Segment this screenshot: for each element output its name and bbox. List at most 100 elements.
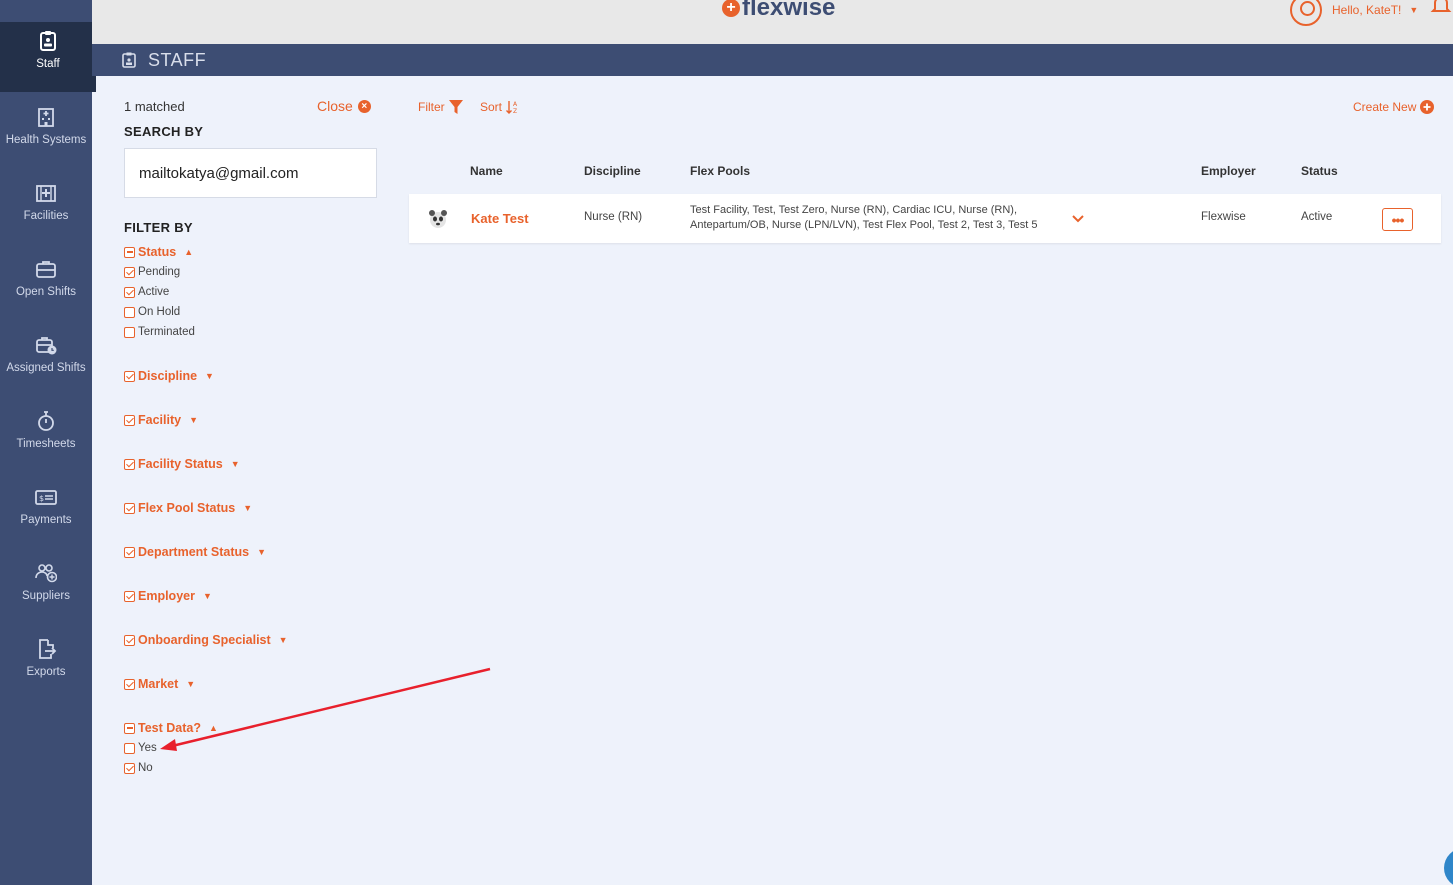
checkbox[interactable] [124, 762, 135, 774]
filter-group-label: Facility [138, 413, 182, 427]
checkbox[interactable] [124, 502, 135, 514]
page-header: STAFF [92, 44, 1453, 76]
clipboard-id-icon [122, 52, 136, 68]
stopwatch-icon [38, 411, 54, 431]
caret-down-icon: ▼ [186, 679, 196, 689]
sidebar-item-facilities[interactable]: Facilities [0, 174, 92, 244]
filter-option-on-hold[interactable]: On Hold [124, 306, 180, 318]
svg-text:Z: Z [513, 108, 517, 114]
filter-group-label: Employer [138, 589, 195, 603]
checkbox[interactable] [124, 306, 135, 318]
search-input[interactable] [124, 148, 377, 198]
checkbox[interactable] [124, 370, 135, 382]
sidebar-item-timesheets[interactable]: Timesheets [0, 402, 92, 472]
row-actions-button[interactable]: ••• [1382, 208, 1413, 231]
filter-label: Filter [418, 100, 445, 114]
bell-icon[interactable] [1430, 0, 1452, 16]
sidebar-item-open-shifts[interactable]: Open Shifts [0, 250, 92, 320]
caret-up-icon: ▲ [184, 247, 194, 257]
checkbox[interactable] [124, 414, 135, 426]
checkbox[interactable] [124, 678, 135, 690]
filter-option-terminated[interactable]: Terminated [124, 326, 195, 338]
filter-group-market[interactable]: Market ▼ [124, 677, 195, 691]
checkbox[interactable] [124, 590, 135, 602]
filter-group-facility-status[interactable]: Facility Status ▼ [124, 457, 240, 471]
expand-chevron-down-icon[interactable] [1071, 214, 1085, 224]
column-header-flex-pools[interactable]: Flex Pools [690, 164, 750, 178]
funnel-icon [448, 100, 463, 114]
caret-down-icon: ▼ [257, 547, 267, 557]
filter-group-department-status[interactable]: Department Status ▼ [124, 545, 266, 559]
checkbox[interactable] [124, 266, 135, 278]
checkbox[interactable] [124, 634, 135, 646]
caret-down-icon: ▼ [202, 591, 212, 601]
employer-cell: Flexwise [1201, 211, 1246, 223]
checkbox[interactable] [124, 458, 135, 470]
flexwise-logo[interactable]: + flexwise [722, 0, 835, 22]
filter-group-test-data[interactable]: Test Data? ▲ [124, 721, 218, 735]
filter-group-label: Facility Status [138, 457, 223, 471]
filter-button[interactable]: Filter [418, 100, 463, 114]
filter-option-active[interactable]: Active [124, 286, 169, 298]
sidebar-item-label: Exports [26, 666, 66, 678]
filter-group-label: Onboarding Specialist [138, 633, 271, 647]
checkbox[interactable] [124, 742, 135, 754]
filter-option-yes[interactable]: Yes [124, 742, 157, 754]
column-header-discipline[interactable]: Discipline [584, 164, 641, 178]
discipline-cell: Nurse (RN) [584, 211, 643, 223]
option-label: On Hold [138, 306, 181, 318]
checkbox[interactable] [124, 326, 135, 338]
column-header-employer[interactable]: Employer [1201, 164, 1256, 178]
sidebar-item-suppliers[interactable]: Suppliers [0, 554, 92, 624]
filter-option-pending[interactable]: Pending [124, 266, 180, 278]
sidebar-item-label: Payments [20, 514, 72, 526]
sidebar-item-exports[interactable]: Exports [0, 630, 92, 700]
sort-button[interactable]: Sort AZ [480, 100, 520, 114]
option-label: Pending [138, 266, 181, 278]
caret-down-icon: ▼ [243, 503, 253, 513]
svg-text:A: A [513, 101, 518, 108]
checkbox[interactable] [124, 286, 135, 298]
table-row[interactable]: Kate Test Nurse (RN) Test Facility, Test… [409, 194, 1441, 243]
filter-panel: 1 matched Close × SEARCH BY FILTER BY St… [92, 76, 392, 885]
sidebar-item-health-systems[interactable]: Health Systems [0, 98, 92, 168]
caret-down-icon: ▼ [230, 459, 240, 469]
option-label: No [138, 762, 153, 774]
user-menu[interactable]: Hello, KateT! ▼ [1290, 0, 1418, 26]
sidebar-item-payments[interactable]: $ Payments [0, 478, 92, 548]
close-filters-button[interactable]: Close × [317, 98, 371, 114]
hospital-building-icon [38, 108, 54, 127]
sidebar-item-staff[interactable]: Staff [0, 22, 96, 92]
users-plus-icon [35, 564, 57, 583]
filter-group-label: Discipline [138, 369, 198, 383]
filter-group-flex-pool-status[interactable]: Flex Pool Status ▼ [124, 501, 252, 515]
sidebar-item-label: Health Systems [5, 134, 87, 146]
caret-down-icon: ▼ [189, 415, 198, 425]
top-bar: + flexwise Hello, KateT! ▼ [92, 0, 1453, 44]
filter-group-label: Market [138, 677, 179, 691]
checkbox-partial[interactable] [124, 246, 135, 258]
filter-group-discipline[interactable]: Discipline ▼ [124, 369, 214, 383]
page-title: STAFF [148, 49, 207, 70]
column-header-status[interactable]: Status [1301, 164, 1338, 178]
filter-group-status[interactable]: Status ▲ [124, 245, 193, 259]
filter-group-onboarding-specialist[interactable]: Onboarding Specialist ▼ [124, 633, 288, 647]
checkbox-partial[interactable] [124, 722, 135, 734]
sidebar-item-label: Open Shifts [15, 286, 77, 298]
facility-icon [36, 185, 56, 202]
filter-option-no[interactable]: No [124, 762, 153, 774]
filter-group-employer[interactable]: Employer ▼ [124, 589, 212, 603]
sidebar-item-assigned-shifts[interactable]: Assigned Shifts [0, 326, 92, 396]
search-by-heading: SEARCH BY [124, 124, 204, 139]
chat-bubble-button[interactable] [1444, 848, 1453, 885]
create-new-button[interactable]: Create New [1353, 100, 1435, 114]
column-header-name[interactable]: Name [470, 164, 503, 178]
plus-circle-icon: + [722, 0, 740, 17]
filter-group-facility[interactable]: Facility ▼ [124, 413, 198, 427]
option-label: Yes [138, 742, 157, 754]
user-greeting: Hello, KateT! [1332, 3, 1402, 17]
staff-name-link[interactable]: Kate Test [471, 211, 529, 226]
briefcase-clock-icon [36, 337, 57, 355]
caret-down-icon: ▼ [278, 635, 288, 645]
checkbox[interactable] [124, 546, 135, 558]
